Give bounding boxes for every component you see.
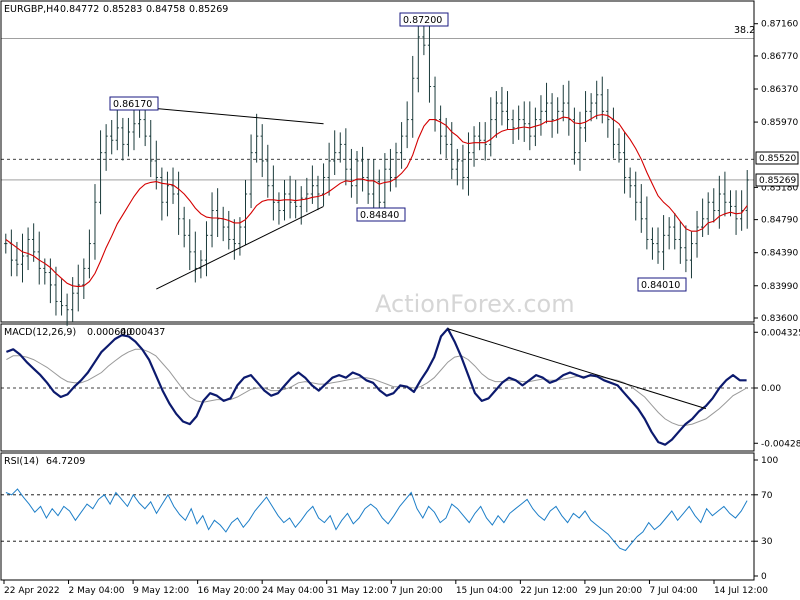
rsi-y-tick-label: 0 — [761, 572, 767, 582]
price-panel — [0, 0, 755, 323]
price-y-tick-label: 0.86770 — [761, 52, 798, 62]
x-tick-label: 16 May 20:00 — [198, 586, 260, 596]
rsi-value: 64.7209 — [46, 456, 85, 467]
x-tick-label: 14 Jul 12:00 — [714, 586, 768, 596]
rsi-y-tick-label: 30 — [761, 537, 773, 547]
x-tick-label: 31 May 12:00 — [327, 586, 389, 596]
price-ohlc-open: 0.84772 — [60, 4, 99, 15]
price-panel-title: EURGBP,H4 — [4, 4, 59, 15]
svg-text:0.85520: 0.85520 — [759, 154, 796, 164]
chart-canvas: ActionForex.com 0.87160 0.86770 0.86370 0.8… — [0, 0, 800, 596]
price-y-tick-label: 0.84790 — [761, 216, 798, 226]
rsi-y-tick-label: 70 — [761, 491, 773, 501]
price-y-tick-label: 0.83600 — [761, 314, 798, 324]
price-ohlc-high: 0.85283 — [103, 4, 142, 15]
current-price-badge: 0.85269 — [755, 173, 799, 187]
svg-text:0.85269: 0.85269 — [759, 176, 796, 186]
price-y-tick-label: 0.87160 — [761, 20, 798, 30]
x-tick-label: 2 May 04:00 — [69, 586, 125, 596]
rsi-panel — [0, 452, 755, 581]
x-tick-label: 7 Jun 20:00 — [391, 586, 443, 596]
price-y-tick-label: 0.84390 — [761, 249, 798, 259]
x-tick-label: 9 May 12:00 — [133, 586, 189, 596]
x-tick-label: 22 Apr 2022 — [4, 586, 60, 596]
x-tick-label: 29 Jun 20:00 — [585, 586, 642, 596]
callout-high-2: 0.87200 — [399, 12, 449, 27]
level-price-badge: 0.85520 — [755, 151, 799, 165]
price-y-tick-label: 0.86370 — [761, 85, 798, 95]
macd-panel-title: MACD(12,26,9) — [4, 327, 76, 338]
callout-low-1: 0.84840 — [356, 207, 406, 222]
price-y-tick-label: 0.83990 — [761, 282, 798, 292]
fib-level-label: 38.2 — [734, 25, 755, 36]
rsi-y-tick-label: 100 — [761, 456, 778, 466]
callout-low-3: 0.84010 — [637, 277, 687, 292]
macd-signal-value: 0.000437 — [120, 327, 165, 338]
rsi-panel-title: RSI(14) — [4, 456, 39, 467]
macd-y-tick-label: 0.00 — [761, 384, 781, 394]
x-tick-label: 24 May 04:00 — [262, 586, 324, 596]
svg-text:0.84840: 0.84840 — [360, 210, 399, 221]
callout-high-0: 0.86170 — [109, 96, 159, 111]
x-tick-label: 22 Jun 12:00 — [520, 586, 577, 596]
svg-text:0.87200: 0.87200 — [403, 15, 442, 26]
macd-y-tick-label: 0.004325 — [761, 328, 800, 338]
macd-y-tick-label: -0.004288 — [761, 439, 800, 449]
price-ohlc-close: 0.85269 — [189, 4, 228, 15]
price-ohlc-low: 0.84758 — [146, 4, 185, 15]
watermark: ActionForex.com — [375, 290, 575, 318]
price-y-tick-label: 0.85970 — [761, 118, 798, 128]
x-tick-label: 7 Jul 04:00 — [649, 586, 698, 596]
svg-text:0.86170: 0.86170 — [113, 99, 152, 110]
svg-text:0.84010: 0.84010 — [641, 280, 680, 291]
x-tick-label: 15 Jun 04:00 — [456, 586, 513, 596]
